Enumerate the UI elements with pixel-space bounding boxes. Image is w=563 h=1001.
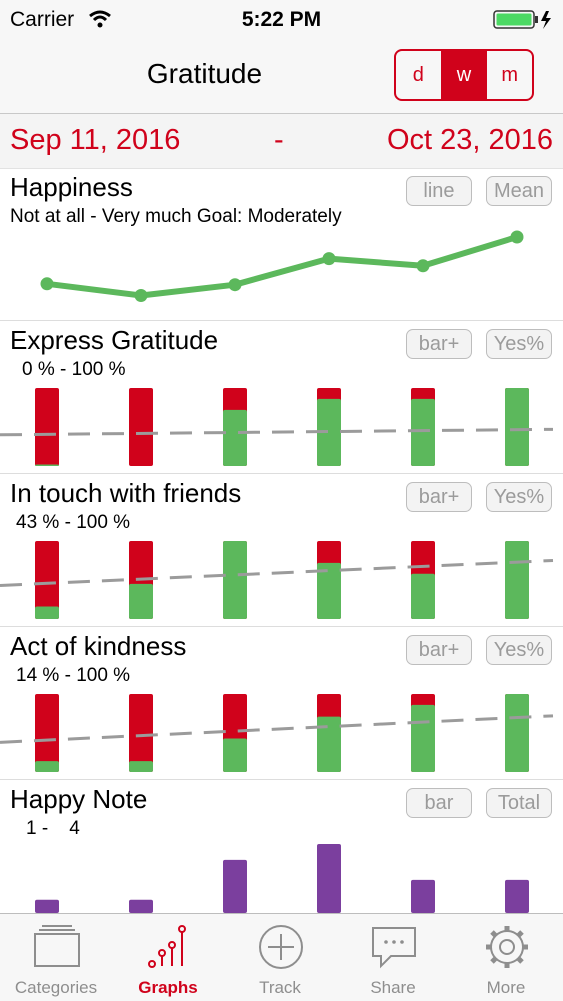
note-bar-5 [505, 879, 529, 913]
yes-bar-5 [505, 541, 529, 619]
happiness-point-3 [322, 252, 336, 266]
graph-icon [148, 925, 186, 968]
graph-happy-note[interactable]: Happy Note 1 - 4 bar Total [0, 780, 563, 913]
date-range-bar: Sep 11, 2016 - Oct 23, 2016 [0, 114, 563, 169]
folder-icon [34, 925, 80, 967]
yes-bar-0 [35, 606, 59, 619]
no-bar-0 [35, 388, 59, 466]
act-of-kindness-bar-chart [0, 694, 554, 772]
yes-bar-4 [411, 704, 435, 772]
period-segmented-control[interactable]: d w m [394, 49, 534, 101]
yes-bar-3 [317, 716, 341, 772]
graph-act-of-kindness[interactable]: Act of kindness 14 % - 100 % bar+ Yes% [0, 627, 563, 780]
status-bar: Carrier 5:22 PM [0, 0, 563, 40]
trend-line [0, 427, 554, 437]
happiness-point-2 [228, 278, 242, 292]
yes-bar-4 [411, 573, 435, 619]
battery-icon [493, 10, 551, 29]
tab-graphs[interactable]: Graphs [112, 914, 224, 1001]
happiness-point-1 [134, 289, 148, 302]
yes-bar-2 [223, 541, 247, 619]
yes-bar-0 [35, 464, 59, 466]
tab-label: Categories [14, 978, 98, 997]
tab-track[interactable]: Track [224, 914, 336, 1001]
note-bar-4 [411, 879, 435, 913]
graph-in-touch-with-friends[interactable]: In touch with friends 43 % - 100 % bar+ … [0, 474, 563, 627]
note-bar-0 [35, 899, 59, 913]
tab-label: Track [259, 978, 301, 997]
note-bar-1 [129, 899, 153, 913]
tab-bar: Categories Graphs Track Share More [0, 913, 563, 1001]
happiness-line-chart [40, 230, 524, 302]
happiness-series-line [46, 234, 518, 299]
happiness-point-4 [416, 259, 430, 273]
start-date[interactable]: Sep 11, 2016 [10, 124, 180, 157]
yes-bar-1 [129, 761, 153, 772]
yes-bar-5 [505, 694, 529, 772]
note-bar-2 [223, 859, 247, 913]
no-bar-0 [35, 694, 59, 772]
tab-share[interactable]: Share [337, 914, 449, 1001]
tab-categories[interactable]: Categories [0, 914, 112, 1001]
graph-express-gratitude[interactable]: Express Gratitude 0 % - 100 % bar+ Yes% [0, 321, 563, 474]
segment-month[interactable]: m [487, 51, 532, 99]
happiness-point-5 [510, 230, 524, 244]
segment-day[interactable]: d [396, 51, 442, 99]
happy-note-bar-chart [35, 843, 529, 913]
note-bar-3 [317, 843, 341, 913]
navigation-bar: Gratitude d w m [0, 40, 563, 114]
graph-happiness[interactable]: Happiness Not at all - Very much Goal: M… [0, 168, 563, 321]
no-bar-1 [129, 694, 153, 772]
status-time: 5:22 PM [241, 8, 322, 31]
yes-bar-2 [223, 409, 247, 466]
trend-line [0, 559, 554, 587]
yes-bar-2 [223, 738, 247, 772]
yes-bar-1 [129, 583, 153, 619]
tab-more[interactable]: More [450, 914, 562, 1001]
tab-label: Graphs [138, 978, 198, 997]
segment-week[interactable]: w [441, 51, 488, 99]
plus-circle-icon [259, 925, 303, 969]
yes-bar-4 [411, 398, 435, 466]
yes-bar-0 [35, 761, 59, 772]
happiness-point-0 [40, 277, 54, 291]
trend-line [0, 714, 554, 744]
yes-bar-5 [505, 388, 529, 466]
end-date[interactable]: Oct 23, 2016 [387, 124, 553, 157]
page-title: Gratitude [146, 58, 263, 89]
in-touch-bar-chart [0, 541, 554, 619]
express-gratitude-bar-chart [0, 388, 554, 466]
gear-icon [486, 926, 528, 968]
date-separator: - [274, 124, 284, 156]
no-bar-1 [129, 388, 153, 466]
tab-label: More [486, 978, 526, 997]
tab-label: Share [370, 978, 416, 997]
speech-bubble-icon [372, 927, 416, 969]
